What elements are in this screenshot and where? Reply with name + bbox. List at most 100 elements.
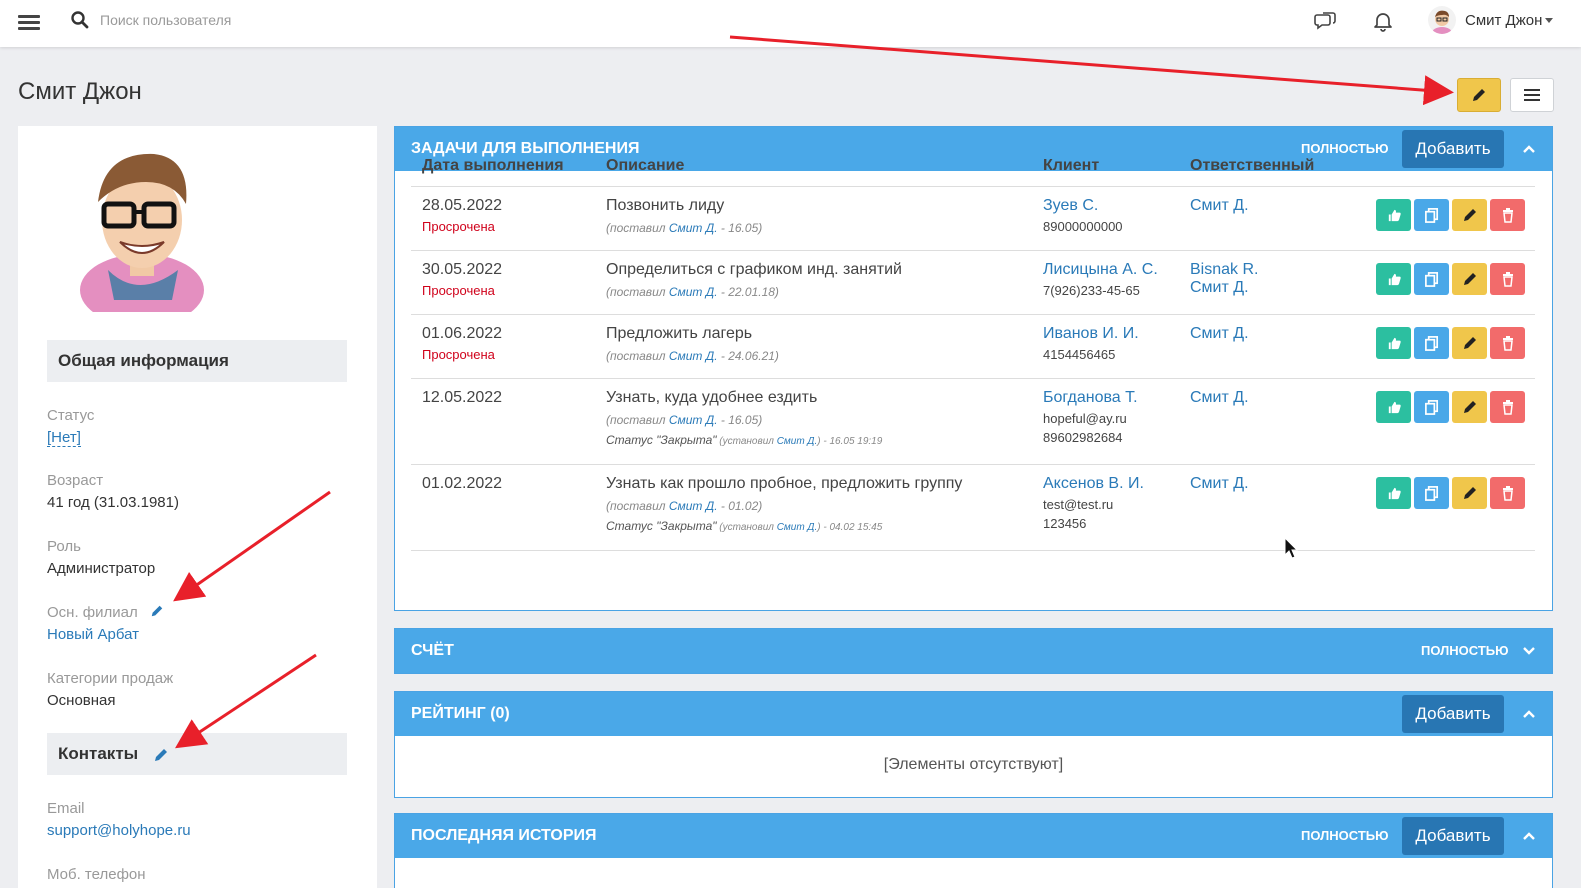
email-label: Email <box>47 800 85 817</box>
complete-task-button[interactable] <box>1376 262 1411 295</box>
copy-icon <box>1424 207 1438 223</box>
copy-task-button[interactable] <box>1414 262 1449 295</box>
delete-task-button[interactable] <box>1490 262 1525 295</box>
copy-icon <box>1424 399 1438 415</box>
task-actions <box>1376 326 1535 359</box>
responsible-link[interactable]: Смит Д. <box>1190 197 1365 215</box>
task-actions <box>1376 198 1535 231</box>
task-description: Узнать, куда удобнее ездить <box>606 388 818 406</box>
complete-task-button[interactable] <box>1376 476 1411 509</box>
complete-task-button[interactable] <box>1376 326 1411 359</box>
complete-task-button[interactable] <box>1376 390 1411 423</box>
history-full-link[interactable]: ПОЛНОСТЬЮ <box>1301 828 1389 843</box>
add-rating-button[interactable]: Добавить <box>1402 695 1504 733</box>
thumbs-up-icon <box>1388 401 1401 413</box>
task-date-cell: 01.06.2022 Просрочена <box>411 314 595 379</box>
responsible-link[interactable]: Bisnak R. <box>1190 261 1365 279</box>
rating-panel-header: РЕЙТИНГ (0) Добавить <box>395 692 1552 736</box>
task-description: Определиться с графиком инд. занятий <box>606 260 902 278</box>
task-actions <box>1376 262 1535 295</box>
client-contact: 89000000000 <box>1043 218 1123 234</box>
client-link[interactable]: Лисицына А. С. <box>1043 261 1179 279</box>
more-menu-button[interactable] <box>1510 78 1554 112</box>
pencil-icon <box>1463 400 1476 413</box>
thumbs-up-icon <box>1388 487 1401 499</box>
trash-icon <box>1502 207 1513 223</box>
top-bar: Смит Джон <box>0 0 1581 47</box>
sales-category-label: Категории продаж <box>47 670 174 687</box>
user-name[interactable]: Смит Джон <box>1465 12 1542 29</box>
overdue-label: Просрочена <box>422 282 495 298</box>
responsible-link[interactable]: Смит Д. <box>1190 325 1365 343</box>
complete-task-button[interactable] <box>1376 198 1411 231</box>
tasks-header-row: Дата выполнения Описание Клиент Ответств… <box>411 147 1535 187</box>
client-link[interactable]: Богданова Т. <box>1043 389 1179 407</box>
edit-contacts-pencil-icon[interactable] <box>153 747 169 763</box>
task-responsible-cell: Смит Д. <box>1179 464 1365 551</box>
edit-task-button[interactable] <box>1452 198 1487 231</box>
delete-task-button[interactable] <box>1490 198 1525 231</box>
status-author-link[interactable]: Смит Д. <box>777 436 818 447</box>
client-contact: test@test.ru <box>1043 496 1114 512</box>
responsible-link[interactable]: Смит Д. <box>1190 475 1365 493</box>
hamburger-menu-icon[interactable] <box>18 12 40 32</box>
edit-task-button[interactable] <box>1452 262 1487 295</box>
copy-task-button[interactable] <box>1414 476 1449 509</box>
task-client-cell: Богданова Т. hopeful@ay.ru 89602982684 <box>1032 378 1179 465</box>
client-contact: hopeful@ay.ru <box>1043 410 1127 426</box>
mouse-cursor-icon <box>1284 537 1299 559</box>
general-info-header: Общая информация <box>47 340 347 382</box>
pencil-icon <box>1463 272 1476 285</box>
edit-branch-pencil-icon[interactable] <box>150 604 164 618</box>
copy-task-button[interactable] <box>1414 390 1449 423</box>
delete-task-button[interactable] <box>1490 326 1525 359</box>
task-set-by: (поставил Смит Д. - 22.01.18) <box>606 284 779 299</box>
email-value[interactable]: support@holyhope.ru <box>47 822 191 839</box>
search-input[interactable] <box>100 9 400 31</box>
responsible-link[interactable]: Смит Д. <box>1190 389 1365 407</box>
task-responsible-cell: Смит Д. <box>1179 378 1365 465</box>
status-value[interactable]: [Нет] <box>47 429 81 447</box>
status-author-link[interactable]: Смит Д. <box>777 522 818 533</box>
col-description: Описание <box>595 147 1032 187</box>
client-link[interactable]: Зуев С. <box>1043 197 1179 215</box>
chevron-up-icon[interactable] <box>1522 707 1536 721</box>
set-by-author-link[interactable]: Смит Д. <box>669 221 718 235</box>
chat-icon[interactable] <box>1314 9 1338 33</box>
copy-task-button[interactable] <box>1414 198 1449 231</box>
chevron-down-icon[interactable] <box>1545 18 1553 23</box>
chevron-up-icon[interactable] <box>1522 829 1536 843</box>
edit-task-button[interactable] <box>1452 476 1487 509</box>
task-description-cell: Узнать как прошло пробное, предложить гр… <box>595 464 1032 551</box>
trash-icon <box>1502 271 1513 287</box>
edit-task-button[interactable] <box>1452 326 1487 359</box>
responsible-link[interactable]: Смит Д. <box>1190 279 1365 297</box>
task-date: 01.06.2022 <box>422 324 503 342</box>
set-by-author-link[interactable]: Смит Д. <box>669 349 718 363</box>
client-link[interactable]: Аксенов В. И. <box>1043 475 1179 493</box>
delete-task-button[interactable] <box>1490 390 1525 423</box>
age-label: Возраст <box>47 472 104 489</box>
task-status-line: Статус "Закрыта" (установил Смит Д.) - 0… <box>606 518 883 533</box>
set-by-author-link[interactable]: Смит Д. <box>669 413 718 427</box>
set-by-author-link[interactable]: Смит Д. <box>669 499 718 513</box>
bell-icon[interactable] <box>1371 9 1395 33</box>
edit-profile-button[interactable] <box>1457 78 1501 112</box>
task-responsible-cell: Смит Д. <box>1179 186 1365 251</box>
user-avatar[interactable] <box>1428 6 1456 34</box>
client-link[interactable]: Иванов И. И. <box>1043 325 1179 343</box>
task-client-cell: Аксенов В. И. test@test.ru 123456 <box>1032 464 1179 551</box>
edit-task-button[interactable] <box>1452 390 1487 423</box>
delete-task-button[interactable] <box>1490 476 1525 509</box>
col-client: Клиент <box>1032 147 1179 187</box>
copy-task-button[interactable] <box>1414 326 1449 359</box>
invoice-full-link[interactable]: ПОЛНОСТЬЮ <box>1421 643 1509 658</box>
task-date-cell: 01.02.2022 <box>411 464 595 551</box>
branch-value[interactable]: Новый Арбат <box>47 626 139 643</box>
client-contact: 4154456465 <box>1043 346 1116 362</box>
add-history-button[interactable]: Добавить <box>1402 817 1504 855</box>
task-set-by: (поставил Смит Д. - 16.05) <box>606 412 763 427</box>
chevron-down-icon[interactable] <box>1522 644 1536 658</box>
task-description-cell: Определиться с графиком инд. занятий (по… <box>595 250 1032 315</box>
set-by-author-link[interactable]: Смит Д. <box>669 285 718 299</box>
